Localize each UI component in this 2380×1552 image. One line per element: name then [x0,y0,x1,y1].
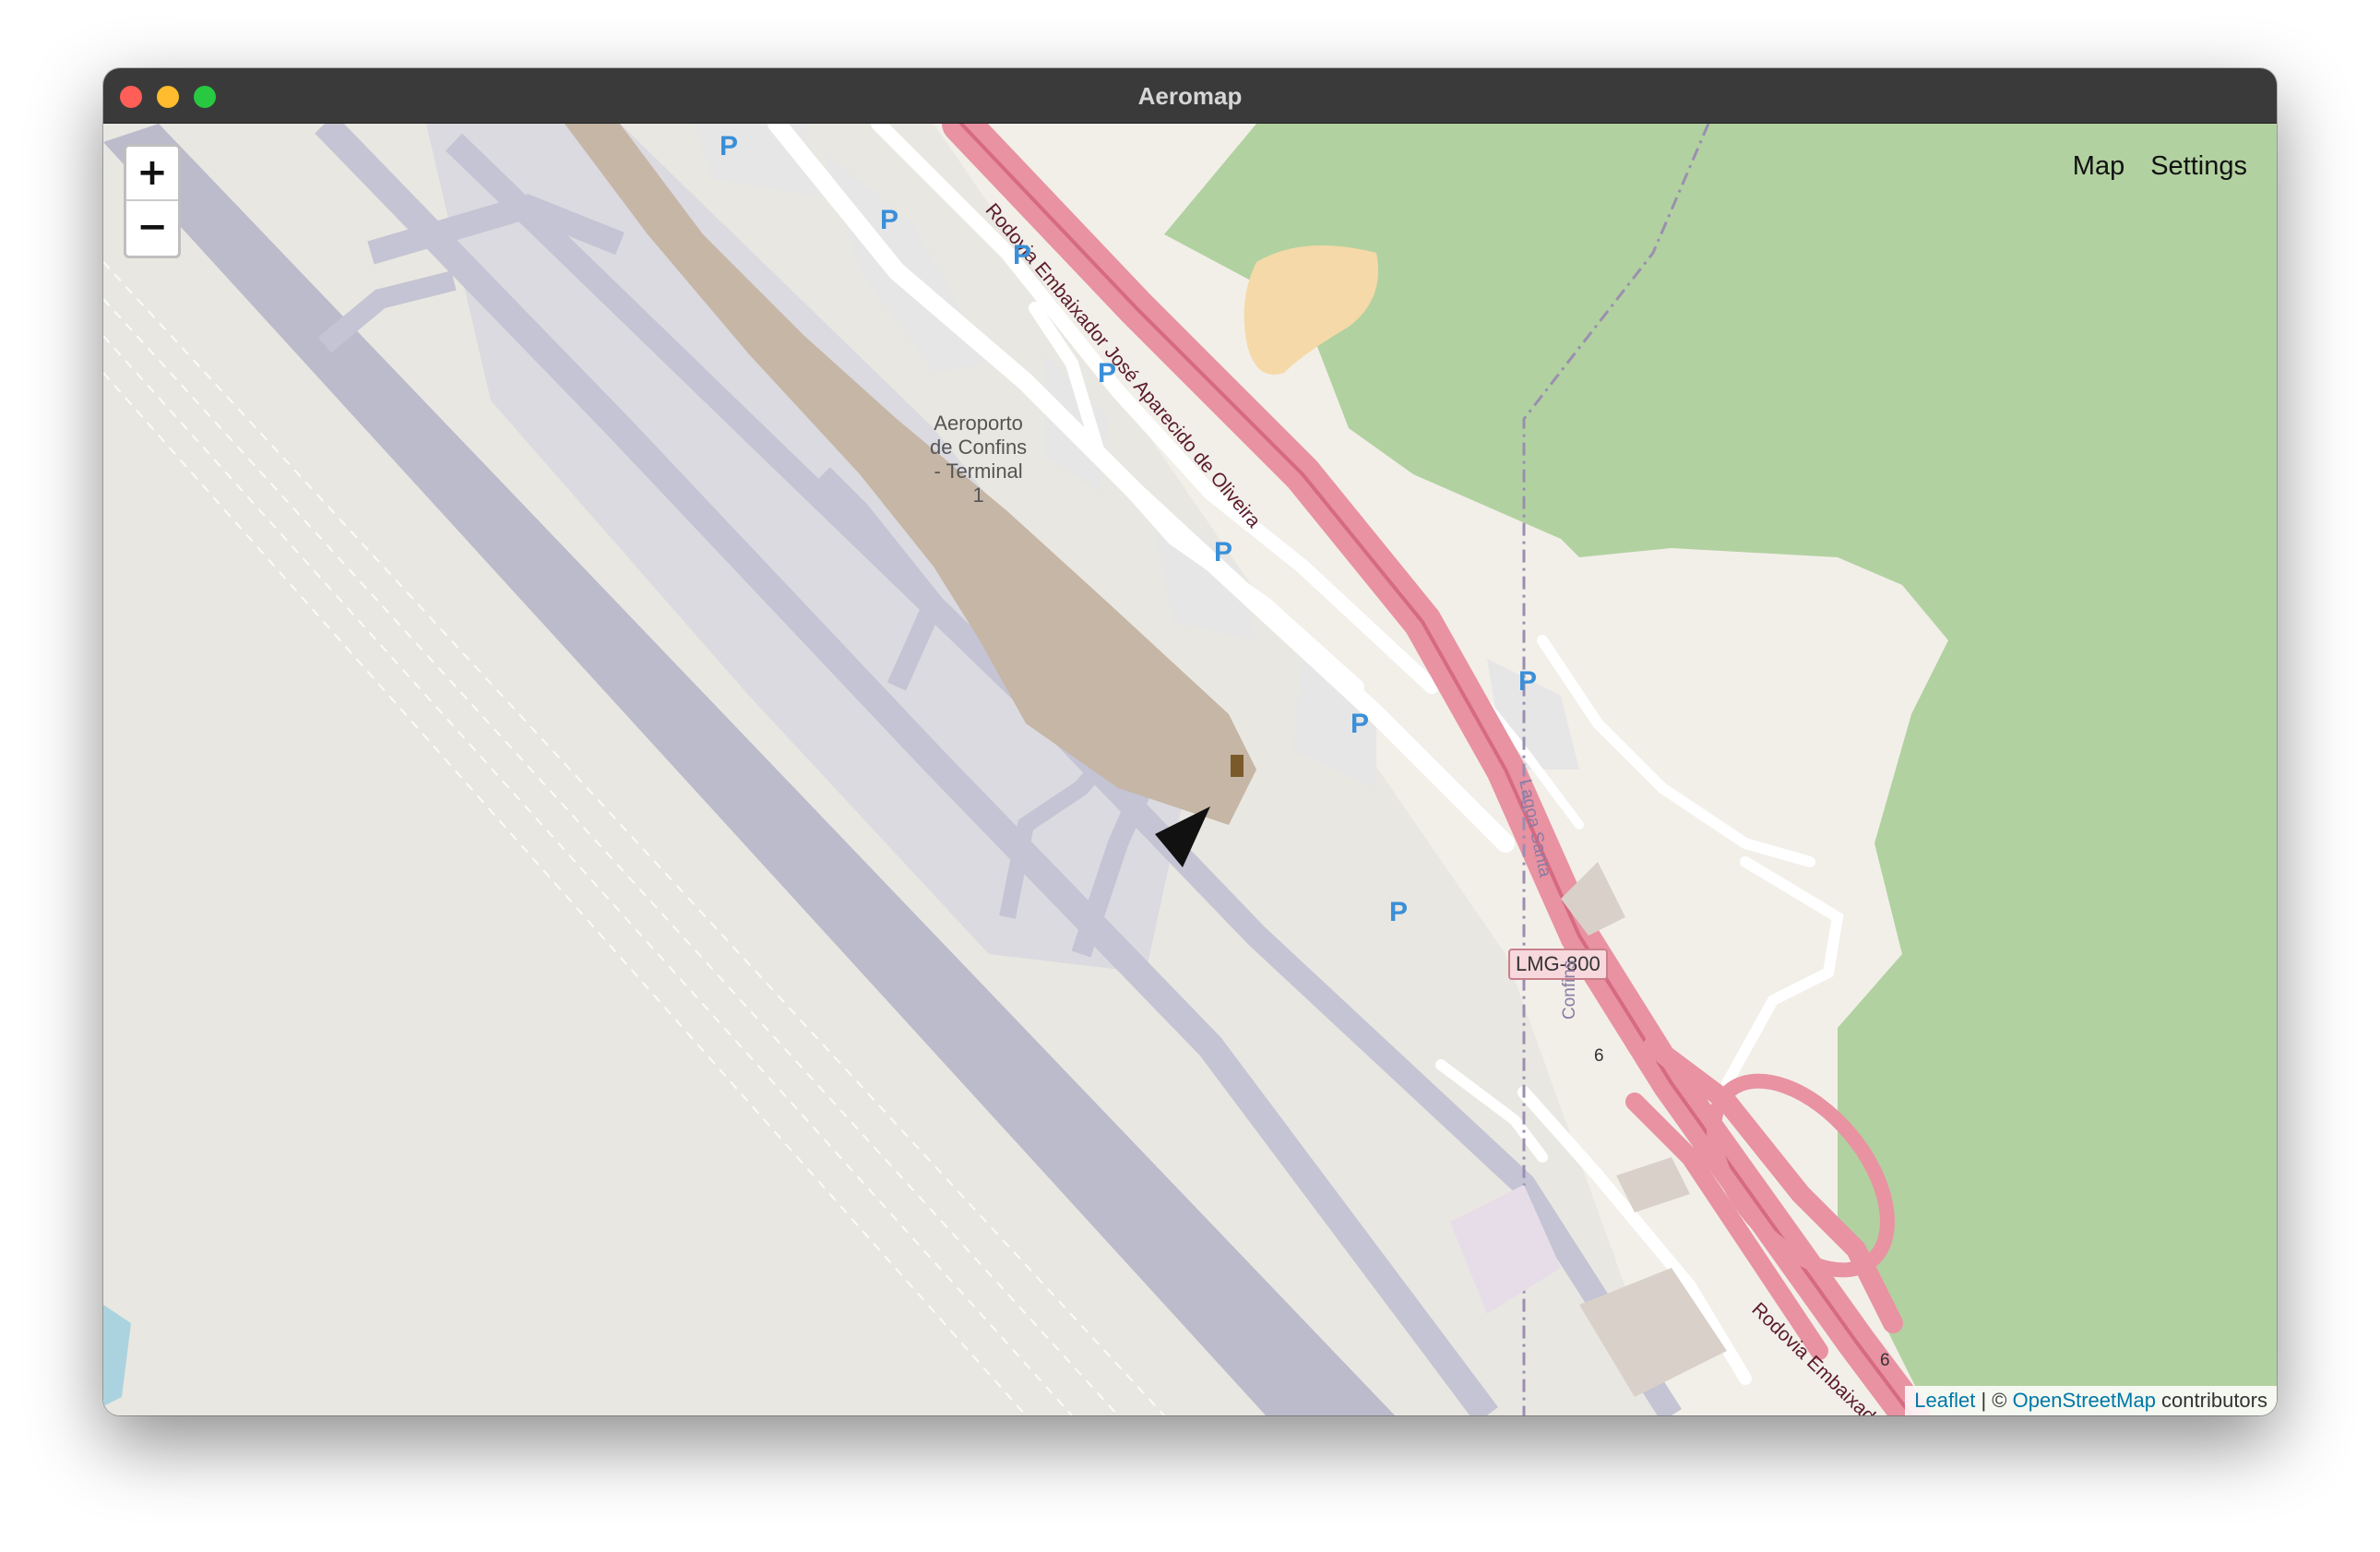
top-nav: Map Settings [2073,151,2247,182]
attribution-separator: | © [1975,1389,2013,1412]
map-tiles [103,124,2277,1415]
terminal-label: Aeroporto de Confins - Terminal 1 [930,412,1028,507]
parking-icon: P [1214,537,1233,567]
parking-icon: P [880,205,899,235]
parking-icon: P [1518,666,1538,697]
zoom-control: + − [124,144,181,258]
nav-map-link[interactable]: Map [2073,151,2124,182]
parking-icon: P [1389,897,1409,927]
app-window: Aeromap Aeroporto de Confins - Terminal … [103,68,2277,1415]
nav-settings-link[interactable]: Settings [2150,151,2247,182]
parking-icon: P [1098,358,1117,388]
window-title: Aeromap [1137,82,1243,110]
place-label-confins: Confins [1560,960,1579,1020]
openstreetmap-link[interactable]: OpenStreetMap [2013,1389,2156,1412]
zoom-in-button[interactable]: + [126,147,178,201]
map-view[interactable]: Aeroporto de Confins - Terminal 1 Rodovi… [103,124,2277,1415]
lane-label: 6 [1594,1046,1604,1066]
road-shield: LMG-800 [1508,949,1608,980]
parking-icon: P [1351,709,1370,739]
leaflet-link[interactable]: Leaflet [1914,1389,1975,1412]
attribution-suffix: contributors [2155,1389,2267,1412]
zoom-out-button[interactable]: − [126,201,178,256]
title-bar: Aeromap [103,68,2277,124]
map-attribution: Leaflet | © OpenStreetMap contributors [1905,1386,2277,1415]
parking-icon: P [720,131,739,161]
parking-icon: P [1013,240,1032,270]
lane-label: 6 [1880,1351,1890,1370]
